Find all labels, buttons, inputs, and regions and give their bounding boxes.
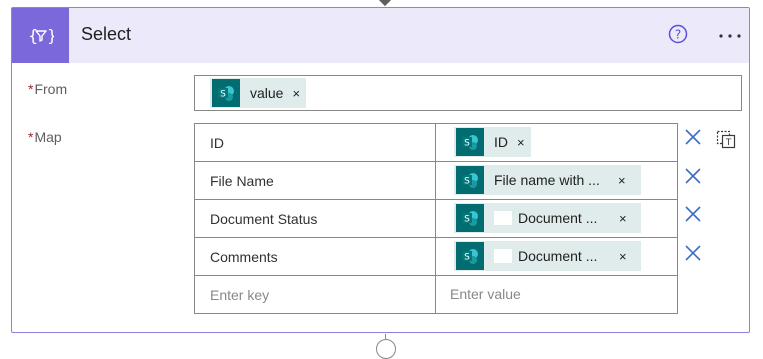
map-value-placeholder-input[interactable]: Enter value <box>436 276 677 314</box>
token-label: value <box>250 85 284 101</box>
map-row-empty: Enter key Enter value <box>195 276 677 314</box>
token-remove-icon[interactable]: × <box>619 249 627 264</box>
svg-text:S: S <box>220 90 226 100</box>
dynamic-content-token[interactable]: S Document ... × <box>454 203 641 233</box>
redacted-region <box>494 249 512 263</box>
token-label: File name with ... <box>494 172 600 188</box>
dynamic-content-token[interactable]: S ID × <box>454 127 531 157</box>
sharepoint-icon: S <box>456 204 484 232</box>
map-value-input[interactable]: S Document ... × <box>436 200 677 237</box>
svg-text:}: } <box>47 26 54 45</box>
map-row: Document Status S Document ... × <box>195 200 677 238</box>
map-label: *Map <box>28 129 62 145</box>
svg-text:S: S <box>464 215 470 225</box>
redacted-region <box>494 211 512 225</box>
token-remove-icon[interactable]: × <box>292 86 300 101</box>
sharepoint-icon: S <box>456 242 484 270</box>
delete-row-icon[interactable] <box>684 244 702 262</box>
dynamic-content-token[interactable]: S value × <box>210 78 307 108</box>
action-header[interactable]: { } Select ? <box>12 8 749 63</box>
delete-row-icon[interactable] <box>684 205 702 223</box>
svg-text:S: S <box>464 253 470 263</box>
map-value-input[interactable]: S File name with ... × <box>436 162 677 199</box>
svg-text:S: S <box>464 139 470 149</box>
sharepoint-icon: S <box>456 128 484 156</box>
from-input[interactable]: S value × <box>194 75 742 111</box>
token-label: Document ... <box>518 210 598 226</box>
sharepoint-icon: S <box>212 79 240 107</box>
data-operation-select-icon: { } <box>12 8 69 63</box>
dynamic-content-token[interactable]: S File name with ... × <box>454 165 641 195</box>
connector-arrow-top <box>377 0 393 7</box>
map-value-input[interactable]: S Document ... × <box>436 238 677 275</box>
delete-row-icon[interactable] <box>684 167 702 185</box>
map-key-input[interactable]: Comments <box>195 238 436 275</box>
map-value-input[interactable]: S ID × <box>436 124 677 161</box>
sharepoint-icon: S <box>456 166 484 194</box>
token-remove-icon[interactable]: × <box>618 173 626 188</box>
map-key-input[interactable]: Document Status <box>195 200 436 237</box>
add-step-connector-icon[interactable] <box>376 339 396 359</box>
switch-to-text-mode-icon[interactable]: T <box>715 127 737 149</box>
dynamic-content-token[interactable]: S Document ... × <box>454 241 641 271</box>
map-key-placeholder-input[interactable]: Enter key <box>195 276 436 314</box>
svg-text:?: ? <box>675 28 681 42</box>
map-table: ID S ID × File Name S File name with ...… <box>194 123 678 314</box>
map-row: File Name S File name with ... × <box>195 162 677 200</box>
token-remove-icon[interactable]: × <box>619 211 627 226</box>
more-options-icon[interactable] <box>716 26 744 46</box>
token-remove-icon[interactable]: × <box>517 135 525 150</box>
map-key-input[interactable]: ID <box>195 124 436 161</box>
svg-text:{: { <box>28 26 38 45</box>
from-label: *From <box>28 81 68 97</box>
map-row: Comments S Document ... × <box>195 238 677 276</box>
delete-row-icon[interactable] <box>684 128 702 146</box>
svg-text:S: S <box>464 177 470 187</box>
token-label: Document ... <box>518 248 598 264</box>
map-key-input[interactable]: File Name <box>195 162 436 199</box>
select-action-card: { } Select ? *From S v <box>11 7 750 333</box>
map-row: ID S ID × <box>195 124 677 162</box>
svg-text:T: T <box>725 138 732 148</box>
help-icon[interactable]: ? <box>668 24 688 44</box>
action-title: Select <box>81 24 132 44</box>
token-label: ID <box>494 134 508 150</box>
